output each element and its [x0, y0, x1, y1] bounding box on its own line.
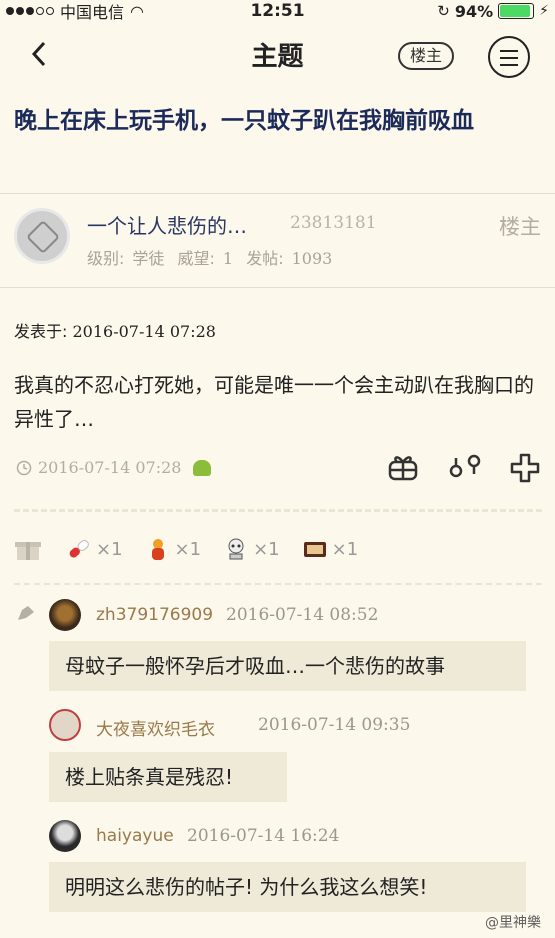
comment-text: 楼上贴条真是残忍!: [49, 752, 287, 802]
posts-label: 发帖:: [246, 249, 284, 268]
comment-avatar[interactable]: [49, 820, 81, 852]
level-value: 学徒: [132, 249, 165, 268]
comment-button[interactable]: [447, 452, 481, 486]
status-bar: 中国电信 ◠ 12:51 ↻ 94% ⚡: [0, 0, 555, 22]
divider: [14, 509, 542, 512]
comment-avatar[interactable]: [49, 599, 81, 631]
post-date-label: 发表于:: [14, 322, 68, 341]
gift-list: ×1 ×1 ×1 ×1: [14, 534, 380, 564]
gift-icon: [388, 456, 418, 481]
post-date: 发表于: 2016-07-14 07:28: [14, 318, 216, 342]
rotation-lock-icon: ↻: [437, 2, 450, 20]
battery-percent: 94%: [454, 1, 494, 21]
box-icon: [303, 542, 326, 557]
comment-user[interactable]: haiyayue: [96, 826, 174, 846]
pill-icon: [69, 540, 89, 558]
battery-icon: [498, 3, 535, 19]
clock-icon: [16, 460, 32, 475]
reply-icon: [16, 604, 36, 622]
divider: [0, 193, 555, 194]
op-tag: 楼主: [499, 215, 541, 239]
gift-count: ×1: [253, 538, 280, 560]
prestige-label: 威望:: [177, 249, 215, 268]
posts-value: 1093: [291, 249, 333, 268]
gift-count: ×1: [331, 538, 359, 560]
comment-text: 明明这么悲伤的帖子! 为什么我这么想笑!: [49, 862, 526, 912]
post-title: 晚上在床上玩手机，一只蚊子趴在我胸前吸血: [14, 108, 474, 134]
comment-time: 2016-07-14 09:35: [258, 715, 411, 735]
comment-text: 母蚊子一般怀孕后才吸血…一个悲伤的故事: [49, 641, 526, 691]
comment-time: 2016-07-14 16:24: [187, 826, 340, 846]
more-button[interactable]: [508, 452, 542, 486]
charging-icon: ⚡: [539, 3, 549, 19]
author-id: 23813181: [290, 213, 377, 233]
gift-item[interactable]: ×1: [302, 536, 359, 562]
gift-button[interactable]: [386, 452, 420, 486]
gift-item[interactable]: ×1: [223, 536, 280, 562]
divider: [0, 287, 555, 288]
gift-item[interactable]: ×1: [66, 536, 123, 562]
comment-user[interactable]: 大夜喜欢织毛衣: [96, 715, 215, 740]
divider: [14, 583, 542, 585]
post-body: 我真的不忍心打死她，可能是唯一一个会主动趴在我胸口的异性了…: [14, 373, 534, 431]
plus-icon: [510, 453, 540, 483]
watermark: @里神樂: [485, 915, 541, 931]
prestige-value: 1: [222, 249, 234, 268]
gift-header: [14, 536, 42, 562]
gift-box-icon: [15, 542, 41, 560]
fire-figure-icon: [151, 539, 164, 560]
footer-time: 2016-07-14 07:28: [38, 458, 182, 477]
gift-item[interactable]: ×1: [145, 536, 202, 562]
comment-icon: [449, 454, 481, 478]
comment-user[interactable]: zh379176909: [96, 605, 213, 625]
skull-icon: [228, 538, 244, 560]
status-right: ↻ 94% ⚡: [437, 0, 549, 22]
author-name[interactable]: 一个让人悲伤的…: [87, 210, 247, 239]
author-meta: 级别: 学徒 威望: 1 发帖: 1093: [87, 245, 340, 269]
author-avatar[interactable]: [14, 208, 70, 264]
gift-count: ×1: [174, 538, 202, 560]
menu-button[interactable]: [488, 36, 530, 78]
comment-avatar[interactable]: [49, 709, 81, 741]
gift-count: ×1: [96, 538, 123, 560]
level-label: 级别:: [87, 249, 125, 268]
nav-bar: 主题 楼主: [0, 22, 555, 90]
post-footer: 2016-07-14 07:28: [16, 458, 212, 477]
post-date-value: 2016-07-14 07:28: [72, 322, 216, 341]
only-op-button[interactable]: 楼主: [398, 42, 454, 70]
android-icon: [193, 459, 212, 476]
nav-title: 主题: [251, 42, 304, 72]
comment-time: 2016-07-14 08:52: [226, 605, 379, 625]
